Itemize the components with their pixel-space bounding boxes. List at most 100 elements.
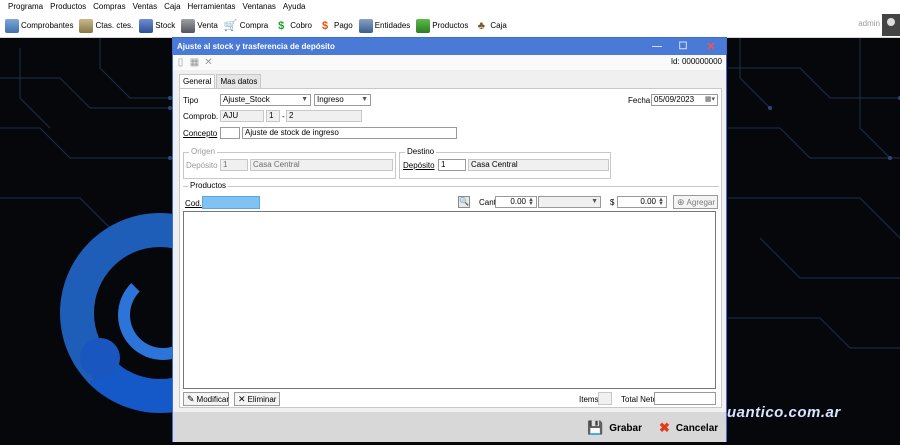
fecha-picker[interactable]: 05/09/2023 ▦▾	[651, 94, 718, 106]
productos-divider: Productos	[183, 181, 719, 190]
toolbar-label: Venta	[197, 21, 218, 30]
destino-title: Destino	[405, 147, 437, 156]
tipo-direction-select[interactable]: Ingreso ▼	[314, 94, 371, 106]
menu-bar: Programa Productos Compras Ventas Caja H…	[0, 0, 900, 14]
items-label: Items	[579, 395, 599, 404]
menu-herramientas[interactable]: Herramientas	[186, 0, 241, 14]
dialog-title: Ajuste al stock y trasferencia de depósi…	[177, 42, 335, 51]
record-id: Id: 000000000	[671, 57, 722, 66]
cant-input[interactable]: 0.00 ▲ ▼	[495, 196, 537, 208]
toolbar-ctas-ctes-button[interactable]: Ctas. ctes.	[76, 15, 136, 37]
toolbar-compra-button[interactable]: 🛒 Compra	[221, 15, 271, 37]
comprob-label: Comprob.	[183, 112, 219, 121]
tab-general[interactable]: General	[179, 74, 216, 88]
price-input[interactable]: 0.00 ▲ ▼	[617, 196, 667, 208]
products-grid[interactable]	[183, 211, 716, 389]
minimize-icon[interactable]: —	[644, 38, 670, 55]
menu-ventas[interactable]: Ventas	[131, 0, 162, 14]
chevron-down-icon: ▼	[591, 198, 598, 205]
concepto-label[interactable]: Concepto	[183, 129, 217, 138]
venta-icon	[181, 18, 196, 33]
comprob-prefix: AJU	[220, 110, 264, 122]
dialog-toolbar: ▯ ▦ ✕	[173, 55, 726, 70]
copy-doc-icon[interactable]: ▦	[189, 57, 200, 68]
toolbar-label: Ctas. ctes.	[95, 21, 134, 30]
maximize-icon[interactable]: ☐	[670, 38, 696, 55]
menu-ventanas[interactable]: Ventanas	[241, 0, 281, 14]
toolbar-caja-button[interactable]: ♣ Caja	[471, 15, 509, 37]
tab-mas-datos[interactable]: Mas datos	[216, 74, 262, 88]
cod-input[interactable]	[202, 196, 260, 209]
agregar-button[interactable]: ⊕ Agregar	[673, 195, 718, 209]
cod-label[interactable]: Cod.	[185, 199, 202, 208]
menu-caja[interactable]: Caja	[162, 0, 185, 14]
productos-title: Productos	[188, 181, 229, 190]
modificar-label: Modificar	[196, 394, 229, 404]
unit-select[interactable]: ▼	[538, 196, 601, 208]
calendar-icon: ▦▾	[704, 96, 715, 103]
main-toolbar: Comprobantes Ctas. ctes. Stock Venta 🛒 Co…	[0, 14, 900, 38]
modificar-button[interactable]: ✎ Modificar	[183, 392, 229, 406]
price-value: 0.00	[640, 197, 656, 206]
total-neto-value	[654, 392, 716, 405]
product-search-icon[interactable]: 🔍	[458, 196, 470, 208]
toolbar-pago-button[interactable]: $ Pago	[315, 15, 356, 37]
dialog-title-bar[interactable]: Ajuste al stock y trasferencia de depósi…	[173, 38, 726, 55]
avatar[interactable]	[882, 14, 900, 36]
origen-deposito-name: Casa Central	[250, 159, 393, 171]
toolbar-entidades-button[interactable]: Entidades	[356, 15, 414, 37]
toolbar-label: Stock	[155, 21, 176, 30]
general-panel: Tipo Ajuste_Stock ▼ Ingreso ▼ Fecha 05/09/…	[179, 88, 722, 408]
grabar-label: Grabar	[609, 422, 642, 434]
concepto-code-input[interactable]	[220, 127, 240, 139]
concepto-input[interactable]: Ajuste de stock de ingreso	[242, 127, 457, 139]
menu-compras[interactable]: Compras	[91, 0, 130, 14]
ctas-ctes-icon	[79, 18, 94, 33]
comprob-separator: -	[282, 112, 285, 121]
fecha-label: Fecha	[628, 96, 651, 105]
new-doc-icon[interactable]: ▯	[175, 57, 186, 68]
comprob-point-of-sale: 1	[266, 110, 280, 122]
toolbar-label: Comprobantes	[21, 21, 74, 30]
cobro-icon: $	[278, 19, 285, 32]
chevron-down-icon: ▼	[361, 96, 368, 103]
id-value: 000000000	[681, 57, 722, 66]
stock-icon	[139, 18, 154, 33]
close-icon[interactable]: ✕	[698, 38, 724, 55]
toolbar-venta-button[interactable]: Venta	[178, 15, 220, 37]
cancelar-button[interactable]: ✖ Cancelar	[659, 420, 718, 436]
menu-productos[interactable]: Productos	[48, 0, 91, 14]
toolbar-comprobantes-button[interactable]: Comprobantes	[2, 15, 76, 37]
username-label: admin	[858, 19, 880, 28]
agregar-label: Agregar	[686, 197, 716, 207]
stepper-icon[interactable]: ▲ ▼	[657, 197, 665, 207]
cart-icon: 🛒	[223, 20, 238, 32]
stock-adjustment-dialog: Ajuste al stock y trasferencia de depósi…	[172, 37, 727, 442]
destino-deposito-label[interactable]: Depósito	[403, 161, 435, 170]
origen-deposito-label: Depósito	[186, 161, 218, 170]
stepper-icon[interactable]: ▲ ▼	[527, 197, 535, 207]
origen-title: Origen	[189, 147, 218, 156]
price-label: $	[610, 198, 615, 207]
toolbar-label: Compra	[239, 21, 269, 30]
toolbar-productos-button[interactable]: Productos	[413, 15, 471, 37]
destino-group: Destino Depósito 1 Casa Central	[399, 147, 611, 179]
toolbar-label: Caja	[490, 21, 507, 30]
delete-icon[interactable]: ✕	[203, 57, 214, 68]
menu-ayuda[interactable]: Ayuda	[281, 0, 311, 14]
toolbar-stock-button[interactable]: Stock	[136, 15, 178, 37]
destino-deposito-code[interactable]: 1	[438, 159, 466, 171]
items-count	[598, 392, 612, 405]
comprob-number: 2	[286, 110, 362, 122]
eliminar-button[interactable]: ✕ Eliminar	[234, 392, 280, 406]
caja-icon: ♣	[477, 19, 485, 32]
toolbar-cobro-button[interactable]: $ Cobro	[271, 15, 315, 37]
menu-programa[interactable]: Programa	[6, 0, 48, 14]
cancel-x-icon: ✖	[659, 420, 670, 435]
tipo-direction-value: Ingreso	[317, 95, 344, 104]
edit-icon: ✎	[187, 393, 195, 404]
toolbar-label: Entidades	[374, 21, 411, 30]
chevron-down-icon: ▼	[301, 96, 308, 103]
grabar-button[interactable]: 💾 Grabar	[587, 420, 642, 436]
tipo-select[interactable]: Ajuste_Stock ▼	[220, 94, 311, 106]
